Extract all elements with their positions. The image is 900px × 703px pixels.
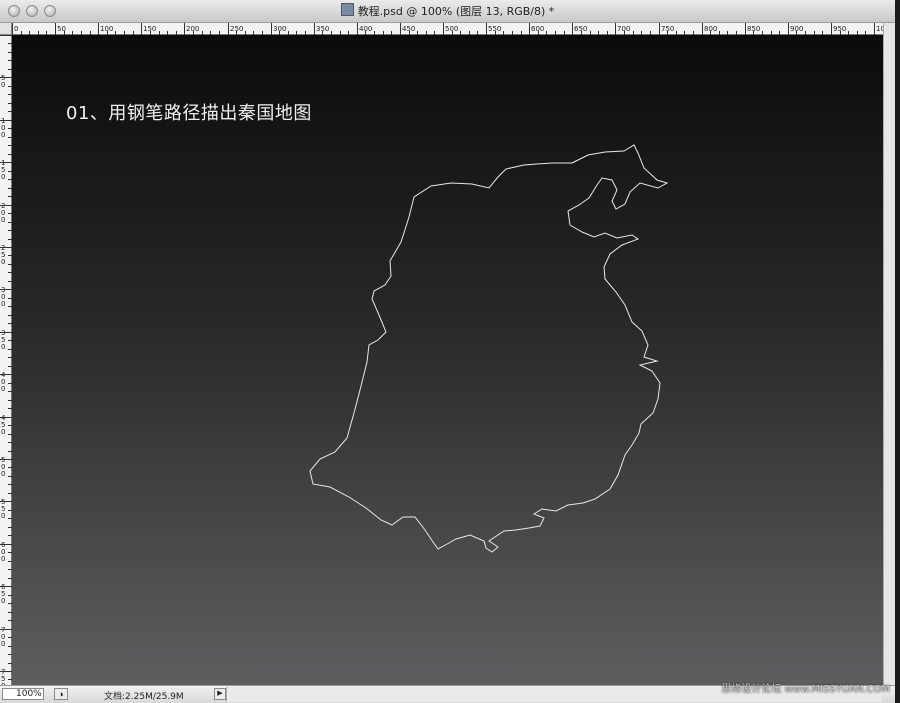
- ruler-label-digit: 0: [1, 173, 5, 181]
- ruler-label: 700: [617, 25, 630, 33]
- ruler-label: 450: [402, 25, 415, 33]
- watermark-text: 思缘设计论坛 www.MISSYUAN.COM: [721, 684, 890, 695]
- ruler-label-digit: 0: [1, 470, 5, 478]
- ruler-label: 50: [1, 74, 5, 89]
- ruler-label: 200: [1, 202, 5, 224]
- ruler-label-digit: 0: [1, 640, 5, 648]
- zoom-level-field[interactable]: 100%: [2, 688, 44, 700]
- ruler-label: 950: [833, 25, 846, 33]
- ruler-label: 750: [1, 668, 5, 685]
- photoshop-document-window: 教程.psd @ 100% (图层 13, RGB/8) * 0 50 100 150…: [0, 0, 895, 703]
- qin-map-path-outline[interactable]: [12, 35, 883, 685]
- status-options-icon[interactable]: ◑: [54, 688, 68, 700]
- ruler-label: 150: [1, 159, 5, 181]
- ruler-label: 900: [790, 25, 803, 33]
- vertical-scrollbar[interactable]: [883, 23, 895, 685]
- vertical-ruler-ticks: 50 100 150 200 250 300 350 400 450 500 550 600 650 70…: [0, 35, 12, 685]
- ruler-label: 850: [747, 25, 760, 33]
- ruler-label-digit: 0: [1, 597, 5, 605]
- ruler-label: 1000: [876, 25, 883, 33]
- window-title: 教程.psd @ 100% (图层 13, RGB/8) *: [0, 3, 895, 19]
- ruler-label-digit: 0: [1, 300, 5, 308]
- ruler-label: 650: [574, 25, 587, 33]
- ruler-label: 350: [316, 25, 329, 33]
- ruler-label: 700: [1, 626, 5, 648]
- ruler-label: 600: [1, 541, 6, 563]
- ruler-label: 500: [445, 25, 458, 33]
- ruler-label: 400: [359, 25, 372, 33]
- pen-path: [309, 144, 669, 553]
- ruler-label: 500: [1, 456, 5, 478]
- ruler-label: 300: [273, 25, 286, 33]
- horizontal-ruler[interactable]: 0 50 100 150 200 250 300 350 400 450 500 550 600 650 7…: [12, 23, 883, 35]
- ruler-label: 650: [1, 583, 6, 605]
- ruler-origin-corner[interactable]: [0, 23, 12, 35]
- document-canvas[interactable]: 01、用钢笔路径描出秦国地图: [12, 35, 883, 685]
- horizontal-ruler-ticks: 0 50 100 150 200 250 300 350 400 450 500 550 600 650 7…: [12, 23, 883, 35]
- ruler-label: 800: [704, 25, 717, 33]
- triangle-right-icon[interactable]: ▶: [214, 688, 226, 700]
- ruler-label-digit: 0: [1, 216, 5, 224]
- ruler-label: 250: [1, 244, 5, 266]
- ruler-label: 750: [661, 25, 674, 33]
- document-icon: [340, 3, 354, 16]
- ruler-label: 150: [143, 25, 156, 33]
- document-size-info: 文档:2.25M/25.9M: [104, 692, 184, 702]
- ruler-label: 350: [1, 329, 5, 351]
- ruler-label: 250: [230, 25, 243, 33]
- title-bar[interactable]: 教程.psd @ 100% (图层 13, RGB/8) *: [0, 0, 895, 23]
- ruler-label: 0: [14, 25, 18, 33]
- ruler-label: 300: [1, 286, 5, 308]
- ruler-label-digit: 0: [1, 428, 5, 436]
- ruler-label: 100: [1, 117, 5, 139]
- ruler-label-digit: 0: [1, 385, 5, 393]
- ruler-label: 400: [1, 371, 6, 393]
- ruler-label: 50: [57, 25, 66, 33]
- window-title-text: 教程.psd @ 100% (图层 13, RGB/8) *: [357, 5, 555, 18]
- ruler-label-digit: 0: [1, 131, 5, 139]
- ruler-label: 550: [488, 25, 501, 33]
- ruler-label-digit: 0: [1, 343, 5, 351]
- ruler-label-digit: 0: [1, 258, 5, 266]
- vertical-ruler[interactable]: 50 100 150 200 250 300 350 400 450 500 550 600 650 70…: [0, 35, 12, 685]
- desktop-background: [895, 0, 900, 703]
- ruler-label: 550: [1, 498, 5, 520]
- ruler-label: 600: [531, 25, 544, 33]
- ruler-label: 100: [100, 25, 113, 33]
- ruler-label-digit: 0: [1, 512, 5, 520]
- ruler-label-digit: 0: [1, 81, 5, 89]
- ruler-label-digit: 0: [1, 555, 5, 563]
- ruler-label: 200: [186, 25, 199, 33]
- ruler-label: 450: [1, 414, 6, 436]
